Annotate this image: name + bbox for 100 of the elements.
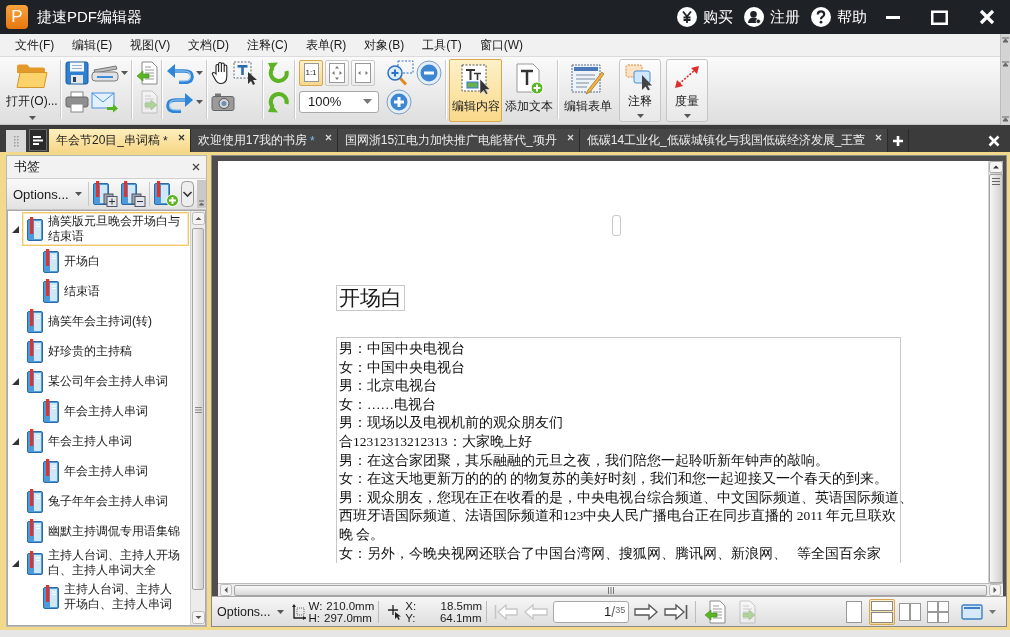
- printer-icon[interactable]: [65, 90, 89, 113]
- measure-dropdown[interactable]: 度量: [666, 59, 708, 122]
- chevron-down-icon[interactable]: [180, 181, 194, 207]
- document-tab[interactable]: 欢迎使用17我的书房 *: [190, 129, 338, 152]
- text-select-icon[interactable]: [233, 60, 259, 85]
- scroll-up-button[interactable]: [989, 161, 1003, 173]
- last-page-icon[interactable]: [663, 601, 690, 622]
- scrollbar-thumb[interactable]: [192, 228, 204, 590]
- bookmark-item[interactable]: 兔子年年会主持人串词: [22, 487, 189, 515]
- bookmark-expand-icon[interactable]: [91, 181, 118, 207]
- caret-icon[interactable]: [989, 609, 996, 614]
- expander-triangle-icon[interactable]: [12, 377, 19, 385]
- bookmark-item[interactable]: 搞笑年会主持词(转): [22, 307, 189, 335]
- window-title: 捷速PDF编辑器: [37, 7, 142, 27]
- zoom-combo[interactable]: 100%: [299, 90, 379, 113]
- bookmark-item[interactable]: 主持人台词、主持人开场白、主持人串词大全: [22, 546, 189, 580]
- bookmark-collapse-icon[interactable]: [119, 181, 146, 207]
- zoom-in-icon[interactable]: [386, 88, 412, 115]
- new-bookmark-icon[interactable]: [152, 181, 179, 207]
- bookmark-item[interactable]: 幽默主持调侃专用语集锦: [22, 517, 189, 545]
- scroll-right-button[interactable]: [989, 584, 1001, 596]
- bookmark-item[interactable]: 搞笑版元旦晚会开场白与结束语: [22, 212, 189, 246]
- edit-form-button[interactable]: 编辑表单: [561, 59, 614, 122]
- camera-icon[interactable]: [211, 91, 235, 112]
- expander-triangle-icon[interactable]: [12, 225, 19, 233]
- edit-content-button[interactable]: 编辑内容: [449, 59, 502, 122]
- bookmark-item[interactable]: 某公司年会主持人串词: [22, 367, 189, 395]
- caret-icon[interactable]: [196, 99, 203, 104]
- heading-text: 开场白: [336, 285, 405, 311]
- grip-icon[interactable]: [6, 130, 26, 152]
- fit-width-button[interactable]: [351, 59, 375, 86]
- options-dropdown[interactable]: Options...: [214, 600, 287, 623]
- menu-item[interactable]: 窗口(W): [470, 36, 532, 54]
- paragraph: 男：北京电视台: [339, 377, 438, 396]
- vertical-scrollbar[interactable]: [190, 211, 205, 625]
- edit-content-icon: [459, 63, 492, 95]
- scroll-left-button[interactable]: [220, 584, 232, 596]
- bookmark-icon: [26, 519, 44, 543]
- bookmark-item[interactable]: 结束语: [38, 277, 180, 305]
- caret-icon[interactable]: [196, 70, 203, 75]
- expander-triangle-icon[interactable]: [12, 559, 19, 567]
- coordinate-label: X:: [405, 599, 417, 612]
- close-tab-icon[interactable]: [177, 134, 185, 141]
- next-page-icon[interactable]: [633, 601, 660, 622]
- caret-icon[interactable]: [121, 70, 128, 75]
- rotate-left-icon[interactable]: [267, 60, 291, 85]
- buy-button[interactable]: 购买: [677, 7, 733, 27]
- annotate-dropdown[interactable]: 注释: [619, 59, 661, 122]
- menu-item[interactable]: 视图(V): [121, 36, 180, 54]
- menu-item[interactable]: 表单(R): [296, 36, 356, 54]
- bookmark-item[interactable]: 年会主持人串词: [38, 457, 180, 485]
- register-button[interactable]: 注册: [744, 7, 800, 27]
- extract-page-icon[interactable]: [704, 599, 727, 624]
- undo-arrow-icon[interactable]: [166, 61, 194, 84]
- scroll-up-button[interactable]: [191, 212, 205, 225]
- add-tab-icon[interactable]: [892, 134, 905, 147]
- scroll-down-button[interactable]: [191, 611, 205, 624]
- overflow-arrow-icon[interactable]: [1002, 61, 1009, 67]
- overflow-arrow-icon[interactable]: [1002, 37, 1009, 43]
- menu-item[interactable]: 文件(F): [6, 36, 64, 54]
- bookmark-item[interactable]: 年会主持人串词: [38, 397, 180, 425]
- expander-triangle-icon[interactable]: [12, 437, 19, 445]
- actual-size-button[interactable]: 1:1: [299, 59, 323, 86]
- menu-item[interactable]: 文档(D): [179, 36, 238, 54]
- continuous-page-button[interactable]: [869, 598, 895, 625]
- grip-icon: [607, 586, 614, 594]
- menu-icon[interactable]: [29, 129, 47, 151]
- redo-arrow-icon[interactable]: [166, 90, 194, 113]
- continuous-facing-button[interactable]: [925, 598, 951, 625]
- open-button[interactable]: 打开(O)...: [6, 59, 58, 122]
- add-text-button[interactable]: 添加文本: [502, 59, 555, 122]
- close-icon[interactable]: [192, 163, 200, 171]
- page-number-field[interactable]: 1/$^{35}$: [553, 600, 630, 623]
- bookmark-icon: [26, 217, 44, 241]
- minimize-icon[interactable]: [885, 15, 900, 19]
- bookmark-icon: [42, 279, 60, 303]
- empty-text-frame: [612, 215, 621, 236]
- overflow-arrow-icon[interactable]: [1002, 116, 1009, 122]
- menu-item[interactable]: 编辑(E): [63, 36, 122, 54]
- document-tab[interactable]: 低碳14工业化_低碳城镇化与我国低碳经济发展_王萱: [579, 129, 889, 152]
- bookmark-item[interactable]: 开场白: [38, 247, 180, 275]
- document-tab[interactable]: 国网浙15江电力加快推广电能替代_项丹: [337, 129, 580, 152]
- menu-item[interactable]: 注释(C): [238, 36, 297, 54]
- bookmark-item[interactable]: 主持人台词、主持人开场白、主持人串词: [38, 580, 180, 614]
- zoom-out-icon[interactable]: [416, 59, 442, 86]
- screen-icon[interactable]: [961, 603, 983, 620]
- document-tab[interactable]: 年会节20目_串词稿 *: [49, 129, 191, 152]
- zoom-area-icon[interactable]: [386, 59, 414, 86]
- form-pencil-icon: [570, 63, 605, 95]
- help-button[interactable]: 帮助: [811, 7, 867, 27]
- fit-page-button[interactable]: [325, 59, 349, 86]
- bookmark-item[interactable]: 年会主持人串词: [22, 427, 189, 455]
- bookmark-item[interactable]: 好珍贵的主持稿: [22, 337, 189, 365]
- scanner-icon[interactable]: [91, 63, 119, 82]
- save-icon[interactable]: [65, 60, 89, 85]
- menu-item[interactable]: 对象(B): [355, 36, 414, 54]
- extract-page-icon[interactable]: [136, 60, 158, 85]
- maximize-icon[interactable]: [931, 9, 948, 25]
- menu-item[interactable]: 工具(T): [413, 36, 471, 54]
- caret-icon[interactable]: [28, 116, 36, 120]
